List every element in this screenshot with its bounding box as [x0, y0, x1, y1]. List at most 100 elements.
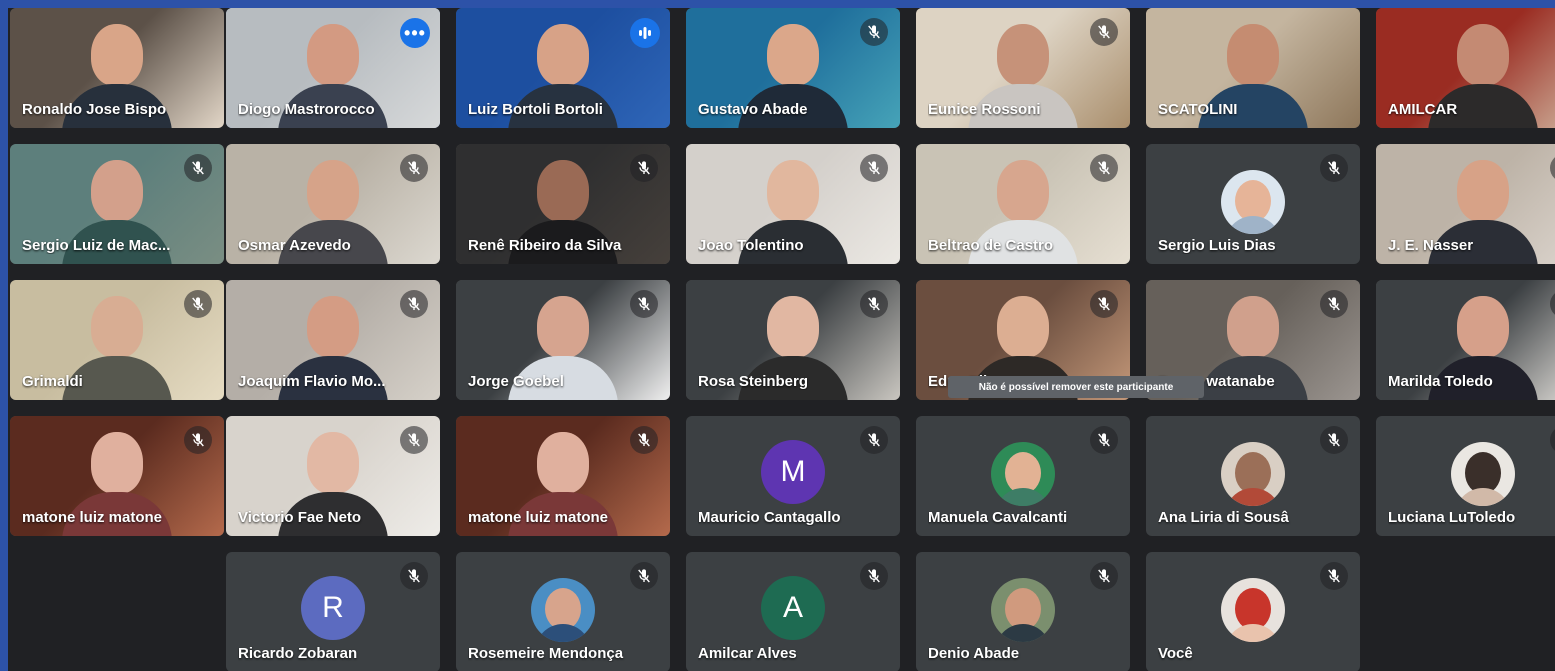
participant-tile[interactable]: Luciana LuToledo — [1376, 416, 1555, 536]
participant-tile[interactable]: Rosa Steinberg — [686, 280, 900, 400]
participant-name: Ana Liria di Sousâ — [1158, 509, 1289, 526]
participant-tile[interactable]: Jorge Goebel — [456, 280, 670, 400]
participant-avatar — [531, 578, 595, 642]
participant-tile[interactable]: Sergio Luiz de Mac... — [10, 144, 224, 264]
participant-name: J. E. Nasser — [1388, 237, 1474, 254]
participant-name: Victorio Fae Neto — [238, 509, 362, 526]
mic-muted-icon — [860, 290, 888, 318]
participant-avatar: R — [301, 576, 365, 640]
mic-muted-icon — [400, 154, 428, 182]
participant-name: Luciana LuToledo — [1388, 509, 1516, 526]
mic-muted-icon — [1320, 562, 1348, 590]
participant-name: Joao Tolentino — [698, 237, 804, 254]
participant-tile[interactable]: Joaquim Flavio Mo... — [226, 280, 440, 400]
participant-name: Denio Abade — [928, 645, 1020, 662]
participant-name: AMILCAR — [1388, 101, 1458, 118]
participant-name: Sergio Luis Dias — [1158, 237, 1276, 254]
participant-tile[interactable]: Ana Liria di Sousâ — [1146, 416, 1360, 536]
participant-tile[interactable]: Sergio Luis Dias — [1146, 144, 1360, 264]
speaking-indicator-icon — [630, 18, 660, 48]
participant-tile[interactable]: Osmar Azevedo — [226, 144, 440, 264]
participant-tile[interactable]: Gustavo Abade — [686, 8, 900, 128]
mic-muted-icon — [400, 562, 428, 590]
participant-name: Diogo Mastrorocco — [238, 101, 375, 118]
mic-muted-icon — [1320, 426, 1348, 454]
more-options-icon[interactable]: ••• — [400, 18, 430, 48]
participant-tile[interactable]: Rosemeire Mendonça — [456, 552, 670, 671]
participant-tile[interactable]: matone luiz matone — [10, 416, 224, 536]
participant-name: matone luiz matone — [468, 509, 609, 526]
participant-tile[interactable]: Manuela Cavalcanti — [916, 416, 1130, 536]
participant-name: Renê Ribeiro da Silva — [468, 237, 622, 254]
participant-avatar — [1221, 170, 1285, 234]
participant-name: SCATOLINI — [1158, 101, 1238, 118]
participant-name: Amilcar Alves — [698, 645, 797, 662]
participant-tile[interactable]: Joao Tolentino — [686, 144, 900, 264]
participant-tile[interactable]: Denio Abade — [916, 552, 1130, 671]
mic-muted-icon — [400, 426, 428, 454]
mic-muted-icon — [860, 154, 888, 182]
participant-tile[interactable]: SCATOLINI — [1146, 8, 1360, 128]
mic-muted-icon — [1550, 426, 1555, 454]
participant-name: Ronaldo Jose Bispo — [22, 101, 167, 118]
participant-tile[interactable]: Renê Ribeiro da Silva — [456, 144, 670, 264]
participant-tile[interactable]: Victorio Fae Neto — [226, 416, 440, 536]
participant-name: Jorge Goebel — [468, 373, 564, 390]
mic-muted-icon — [184, 290, 212, 318]
participant-name: Rosa Steinberg — [698, 373, 809, 390]
participant-name: Sergio Luiz de Mac... — [22, 237, 171, 254]
meeting-grid: Ronaldo Jose Bispo ••• Diogo Mastrorocco Lu… — [8, 8, 1555, 671]
remove-participant-tooltip: Não é possível remover este participante — [948, 376, 1204, 398]
participant-name: matone luiz matone — [22, 509, 163, 526]
participant-tile[interactable]: Marilda Toledo — [1376, 280, 1555, 400]
participant-name: Luiz Bortoli Bortoli — [468, 101, 603, 118]
participant-name: Grimaldi — [22, 373, 83, 390]
mic-muted-icon — [184, 154, 212, 182]
participant-avatar — [991, 442, 1055, 506]
participant-name: Joaquim Flavio Mo... — [238, 373, 386, 390]
participant-avatar — [1221, 442, 1285, 506]
participant-name: Manuela Cavalcanti — [928, 509, 1068, 526]
participant-tile[interactable]: A Amilcar Alves — [686, 552, 900, 671]
mic-muted-icon — [1090, 18, 1118, 46]
mic-muted-icon — [630, 290, 658, 318]
participant-tile[interactable]: Beltrao de Castro — [916, 144, 1130, 264]
participant-avatar — [991, 578, 1055, 642]
mic-muted-icon — [630, 154, 658, 182]
participant-tile[interactable]: Grimaldi — [10, 280, 224, 400]
participant-tile[interactable]: ••• Diogo Mastrorocco — [226, 8, 440, 128]
participant-name: Ricardo Zobaran — [238, 645, 358, 662]
participant-name: Gustavo Abade — [698, 101, 808, 118]
participant-tile[interactable]: AMILCAR — [1376, 8, 1555, 128]
mic-muted-icon — [1320, 290, 1348, 318]
participant-avatar — [1451, 442, 1515, 506]
participant-tile[interactable]: Você — [1146, 552, 1360, 671]
mic-muted-icon — [860, 426, 888, 454]
mic-muted-icon — [1090, 290, 1118, 318]
participant-name: Rosemeire Mendonça — [468, 645, 624, 662]
mic-muted-icon — [860, 562, 888, 590]
mic-muted-icon — [184, 426, 212, 454]
participant-tile[interactable]: M Mauricio Cantagallo — [686, 416, 900, 536]
participant-tile[interactable]: Eunice Rossoni — [916, 8, 1130, 128]
participant-tile[interactable]: R Ricardo Zobaran — [226, 552, 440, 671]
mic-muted-icon — [860, 18, 888, 46]
mic-muted-icon — [1090, 154, 1118, 182]
participant-name: Mauricio Cantagallo — [698, 509, 841, 526]
mic-muted-icon — [1320, 154, 1348, 182]
participant-tile[interactable]: Luiz Bortoli Bortoli — [456, 8, 670, 128]
mic-muted-icon — [630, 562, 658, 590]
participant-name: Osmar Azevedo — [238, 237, 351, 254]
participant-name: Eunice Rossoni — [928, 101, 1041, 118]
participant-name: Beltrao de Castro — [928, 237, 1054, 254]
participant-tile[interactable]: J. E. Nasser — [1376, 144, 1555, 264]
participant-tile[interactable]: matone luiz matone — [456, 416, 670, 536]
participant-avatar: A — [761, 576, 825, 640]
participant-avatar: M — [761, 440, 825, 504]
mic-muted-icon — [1090, 562, 1118, 590]
participant-tile[interactable]: Ronaldo Jose Bispo — [10, 8, 224, 128]
mic-muted-icon — [630, 426, 658, 454]
mic-muted-icon — [1090, 426, 1118, 454]
participant-name: Você — [1158, 645, 1193, 662]
participant-name: Marilda Toledo — [1388, 373, 1493, 390]
